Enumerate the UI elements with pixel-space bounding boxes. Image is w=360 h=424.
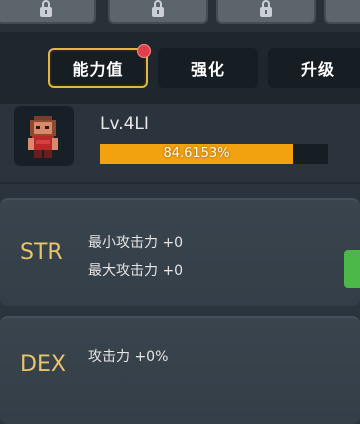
tab-upgrade-label: 升级 (300, 60, 335, 79)
stat-upgrade-button[interactable] (344, 250, 360, 288)
locked-slot-2[interactable] (108, 0, 208, 24)
tab-enhance-label: 强化 (190, 60, 225, 79)
stat-card-str: STR 最小攻击力 +0 最大攻击力 +0 (0, 198, 360, 306)
stat-name: DEX (20, 352, 66, 377)
tab-upgrade[interactable]: 升级 (268, 48, 360, 88)
locked-slot-4[interactable] (324, 0, 360, 24)
section-divider (0, 182, 360, 184)
tab-abilities-label: 能力值 (72, 60, 124, 79)
tab-enhance[interactable]: 强化 (158, 48, 258, 88)
stat-line: 最大攻击力 +0 (88, 263, 184, 279)
character-portrait-icon (28, 116, 58, 158)
locked-slot-3[interactable] (216, 0, 316, 24)
character-avatar[interactable] (14, 106, 74, 166)
lock-icon (40, 0, 52, 18)
character-level: Lv.4LI (100, 114, 149, 134)
stat-card-dex: DEX 攻击力 +0% (0, 316, 360, 424)
locked-slot-1[interactable] (0, 0, 96, 24)
stat-name: STR (20, 240, 63, 265)
lock-icon (152, 0, 164, 18)
tab-abilities[interactable]: 能力值 (48, 48, 148, 88)
xp-progress-text: 84.6153% (163, 146, 230, 161)
lock-icon (260, 0, 272, 18)
stat-line: 攻击力 +0% (88, 349, 169, 365)
xp-progress-bar: 84.6153% (100, 144, 328, 164)
notification-badge (137, 44, 151, 58)
top-slot-strip (0, 0, 360, 32)
stat-line: 最小攻击力 +0 (88, 235, 184, 251)
